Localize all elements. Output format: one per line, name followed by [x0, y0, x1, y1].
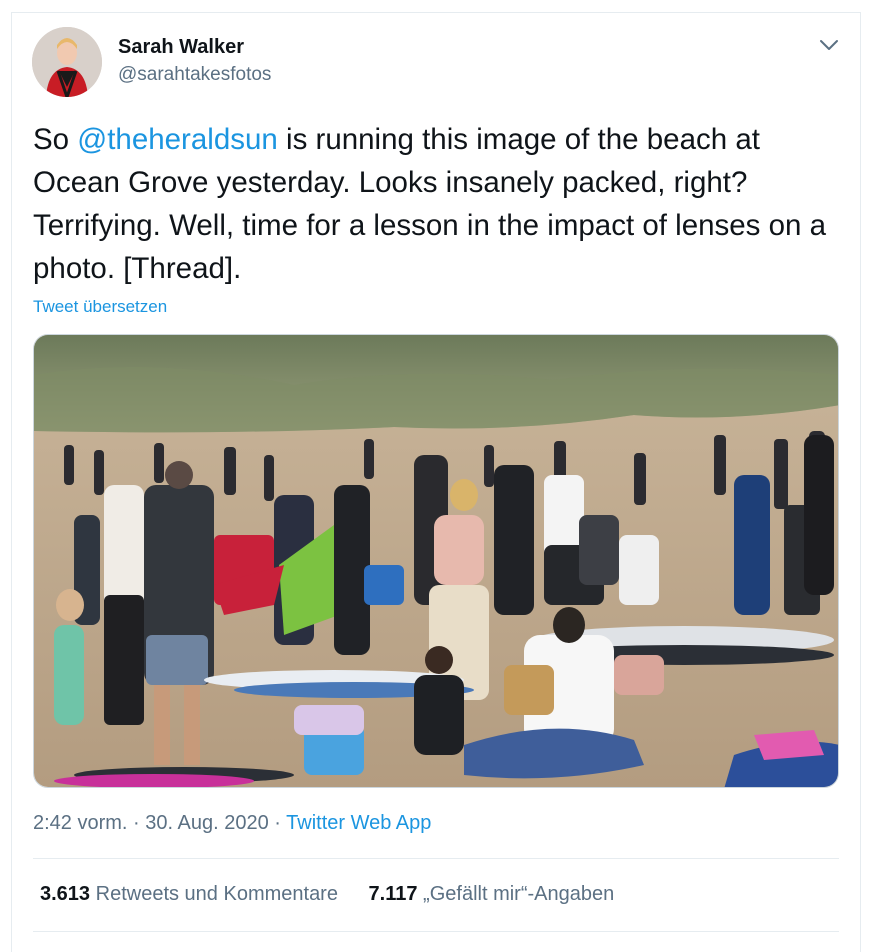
chevron-down-icon[interactable]	[818, 36, 840, 54]
tweet-photo[interactable]	[33, 334, 839, 788]
retweets-count: 3.613	[40, 883, 91, 905]
user-handle[interactable]: @sarahtakesfotos	[118, 64, 271, 86]
mention-link[interactable]: @theheraldsun	[77, 123, 278, 156]
meta-separator: ·	[268, 812, 287, 834]
avatar[interactable]	[32, 27, 102, 97]
translate-tweet-link[interactable]: Tweet übersetzen	[33, 297, 167, 317]
divider	[33, 931, 839, 932]
user-name[interactable]: Sarah Walker	[118, 36, 244, 59]
retweets-stat[interactable]: 3.613 Retweets und Kommentare	[40, 883, 338, 906]
tweet-stats: 3.613 Retweets und Kommentare 7.117 „Gef…	[40, 883, 614, 906]
tweet-text: So @theheraldsun is running this image o…	[33, 118, 833, 290]
likes-count: 7.117	[368, 883, 418, 905]
tweet-source-link[interactable]: Twitter Web App	[286, 812, 431, 834]
tweet-text-start: So	[33, 123, 78, 156]
tweet-date[interactable]: 30. Aug. 2020	[145, 812, 268, 834]
likes-label: „Gefällt mir“-Angaben	[423, 883, 615, 905]
tweet-meta: 2:42 vorm. · 30. Aug. 2020 · Twitter Web…	[33, 812, 431, 835]
divider	[33, 858, 839, 859]
tweet-time[interactable]: 2:42 vorm.	[33, 812, 127, 834]
likes-stat[interactable]: 7.117 „Gefällt mir“-Angaben	[369, 883, 615, 906]
retweets-label: Retweets und Kommentare	[95, 883, 338, 905]
meta-separator: ·	[127, 812, 146, 834]
